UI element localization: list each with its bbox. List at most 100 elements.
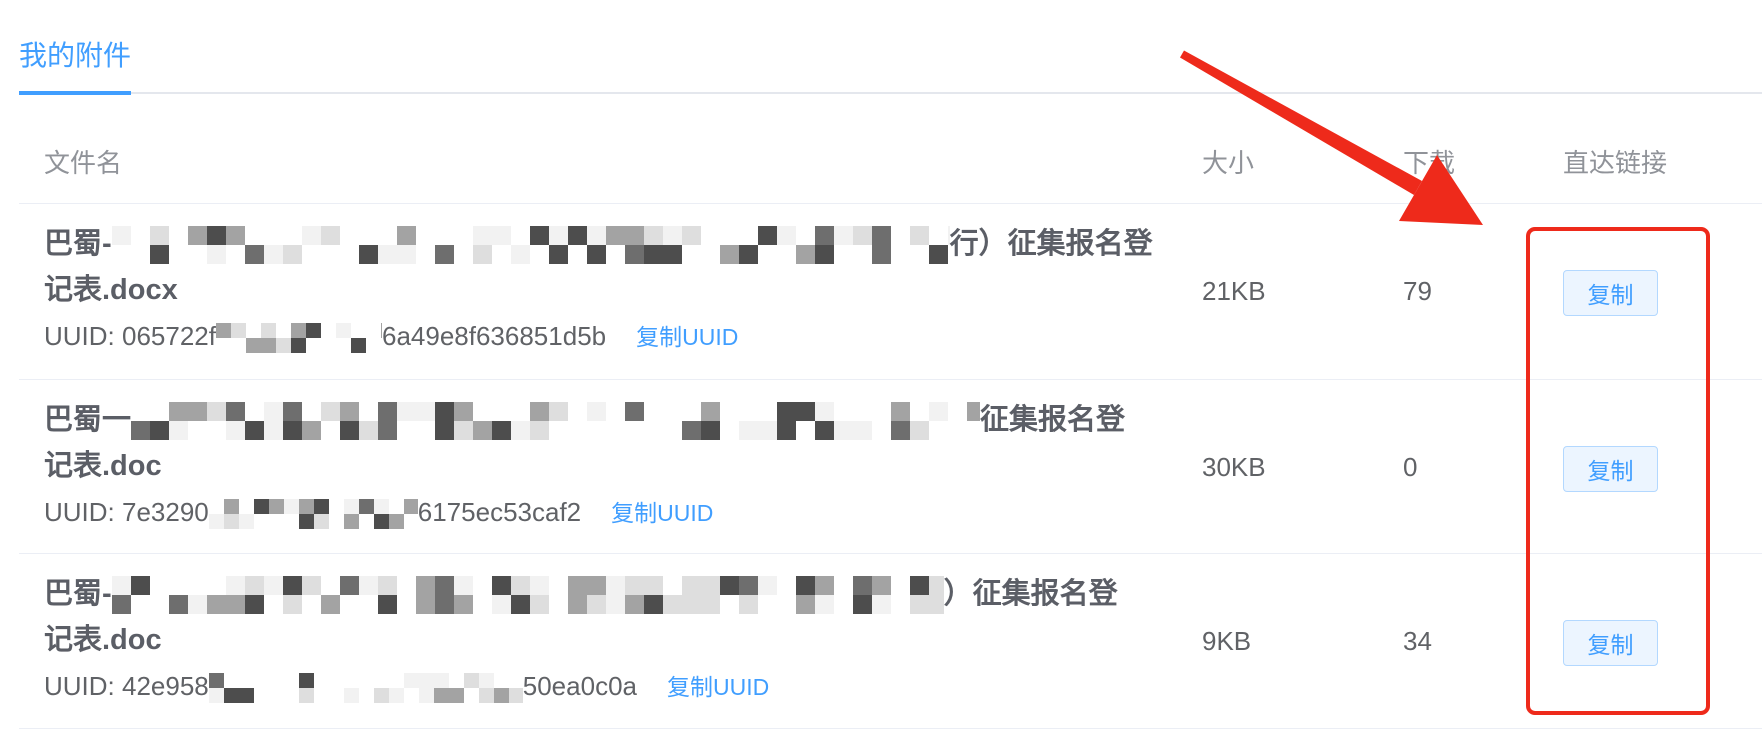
redaction-pixel — [643, 576, 663, 596]
redaction-pixel — [223, 688, 239, 704]
copy-link-button[interactable]: 复制 — [1563, 446, 1658, 492]
redaction-pixel — [567, 595, 587, 615]
redaction-pixel — [662, 245, 682, 265]
redaction-pixel — [435, 402, 455, 422]
redaction-pixel — [643, 226, 663, 246]
redaction-pixel — [263, 576, 283, 596]
redaction-pixel — [378, 402, 398, 422]
redaction-pixel — [377, 245, 397, 265]
redaction-pixel — [491, 226, 511, 246]
redaction-pixel — [149, 226, 169, 246]
redaction-pixel — [434, 595, 454, 615]
redaction-pixel — [433, 673, 449, 689]
redaction-pixel — [290, 338, 306, 354]
redaction-pixel — [795, 245, 815, 265]
redaction-pixel — [206, 245, 226, 265]
redaction-pixel — [230, 323, 246, 339]
redaction-pixel — [853, 421, 873, 441]
redaction-pixel — [453, 576, 473, 596]
download-count: 0 — [1403, 452, 1418, 482]
redaction-pixel — [150, 421, 170, 441]
redaction-pixel — [454, 402, 474, 422]
redaction-pixel — [472, 245, 492, 265]
redaction-pixel — [757, 576, 777, 596]
redaction-pixel — [225, 576, 245, 596]
redaction-pixel — [586, 245, 606, 265]
redaction-pixel — [208, 514, 224, 530]
redaction-pixel — [719, 576, 739, 596]
redaction-pixel — [701, 402, 721, 422]
copy-uuid-link[interactable]: 复制UUID — [636, 324, 738, 350]
redaction-pixel — [223, 514, 239, 530]
redaction-pixel — [378, 421, 398, 441]
redaction-pixel — [283, 499, 299, 515]
copy-link-button[interactable]: 复制 — [1563, 620, 1658, 666]
file-name-prefix: 巴蜀- — [44, 578, 112, 610]
column-header-downloads: 下载 — [1403, 148, 1456, 178]
uuid-line: UUID: 42e958 50ea0c0a 复制UUID — [44, 668, 769, 704]
redaction-pixel — [335, 323, 351, 339]
tab-my-attachments[interactable]: 我的附件 — [19, 36, 131, 76]
table-row: 巴蜀- ）征集报名登 记表.doc UUID: 42e958 50ea0c0a 复制U… — [0, 553, 1762, 728]
redaction-pixel — [891, 402, 911, 422]
redaction-pixel — [253, 499, 269, 515]
copy-link-button[interactable]: 复制 — [1563, 270, 1658, 316]
copy-uuid-link[interactable]: 复制UUID — [611, 500, 713, 526]
redaction-pixel — [268, 499, 284, 515]
redacted-text — [131, 402, 981, 441]
uuid-suffix: 50ea0c0a — [522, 671, 637, 701]
redaction-pixel — [758, 421, 778, 441]
redaction-pixel — [510, 576, 530, 596]
redaction-pixel — [275, 338, 291, 354]
redaction-pixel — [373, 499, 389, 515]
redaction-pixel — [643, 245, 663, 265]
redaction-pixel — [168, 595, 188, 615]
redaction-pixel — [238, 514, 254, 530]
copy-uuid-link[interactable]: 复制UUID — [667, 674, 769, 700]
redaction-pixel — [448, 688, 464, 704]
redaction-pixel — [700, 576, 720, 596]
redaction-pixel — [681, 576, 701, 596]
redaction-pixel — [283, 421, 303, 441]
uuid-line: UUID: 7e3290 6175ec53caf2 复制UUID — [44, 494, 713, 530]
redaction-pixel — [586, 595, 606, 615]
redaction-pixel — [282, 595, 302, 615]
redaction-pixel — [130, 576, 150, 596]
redaction-pixel — [433, 688, 449, 704]
redaction-pixel — [340, 421, 360, 441]
redaction-pixel — [891, 421, 911, 441]
redaction-pixel — [643, 595, 663, 615]
file-name-suffix: ）征集报名登 — [943, 578, 1118, 610]
file-name-prefix: 巴蜀- — [44, 228, 112, 260]
redacted-text — [215, 323, 382, 354]
redaction-pixel — [435, 421, 455, 441]
redaction-pixel — [548, 226, 568, 246]
redaction-pixel — [795, 595, 815, 615]
redaction-pixel — [321, 402, 341, 422]
table-row: 巴蜀一 征集报名登 记表.doc UUID: 7e3290 6175ec53caf2… — [0, 379, 1762, 554]
redaction-pixel — [343, 499, 359, 515]
redaction-pixel — [301, 226, 321, 246]
redaction-pixel — [207, 402, 227, 422]
redaction-pixel — [290, 323, 306, 339]
file-name: 巴蜀一 征集报名登 — [44, 399, 1125, 441]
redaction-pixel — [871, 595, 891, 615]
redaction-pixel — [415, 576, 435, 596]
redaction-pixel — [549, 402, 569, 422]
redaction-pixel — [478, 673, 494, 689]
redaction-pixel — [226, 421, 246, 441]
redaction-pixel — [473, 421, 493, 441]
redaction-pixel — [700, 595, 720, 615]
redaction-pixel — [852, 226, 872, 246]
redaction-pixel — [434, 245, 454, 265]
download-count: 79 — [1403, 276, 1432, 306]
redaction-pixel — [208, 673, 224, 689]
redaction-pixel — [814, 576, 834, 596]
uuid-suffix: 6a49e8f636851d5b — [381, 321, 607, 351]
redaction-pixel — [111, 595, 131, 615]
redaction-pixel — [350, 338, 366, 354]
redaction-pixel — [681, 226, 701, 246]
redaction-pixel — [909, 595, 929, 615]
redaction-pixel — [493, 688, 509, 704]
redaction-pixel — [624, 576, 644, 596]
